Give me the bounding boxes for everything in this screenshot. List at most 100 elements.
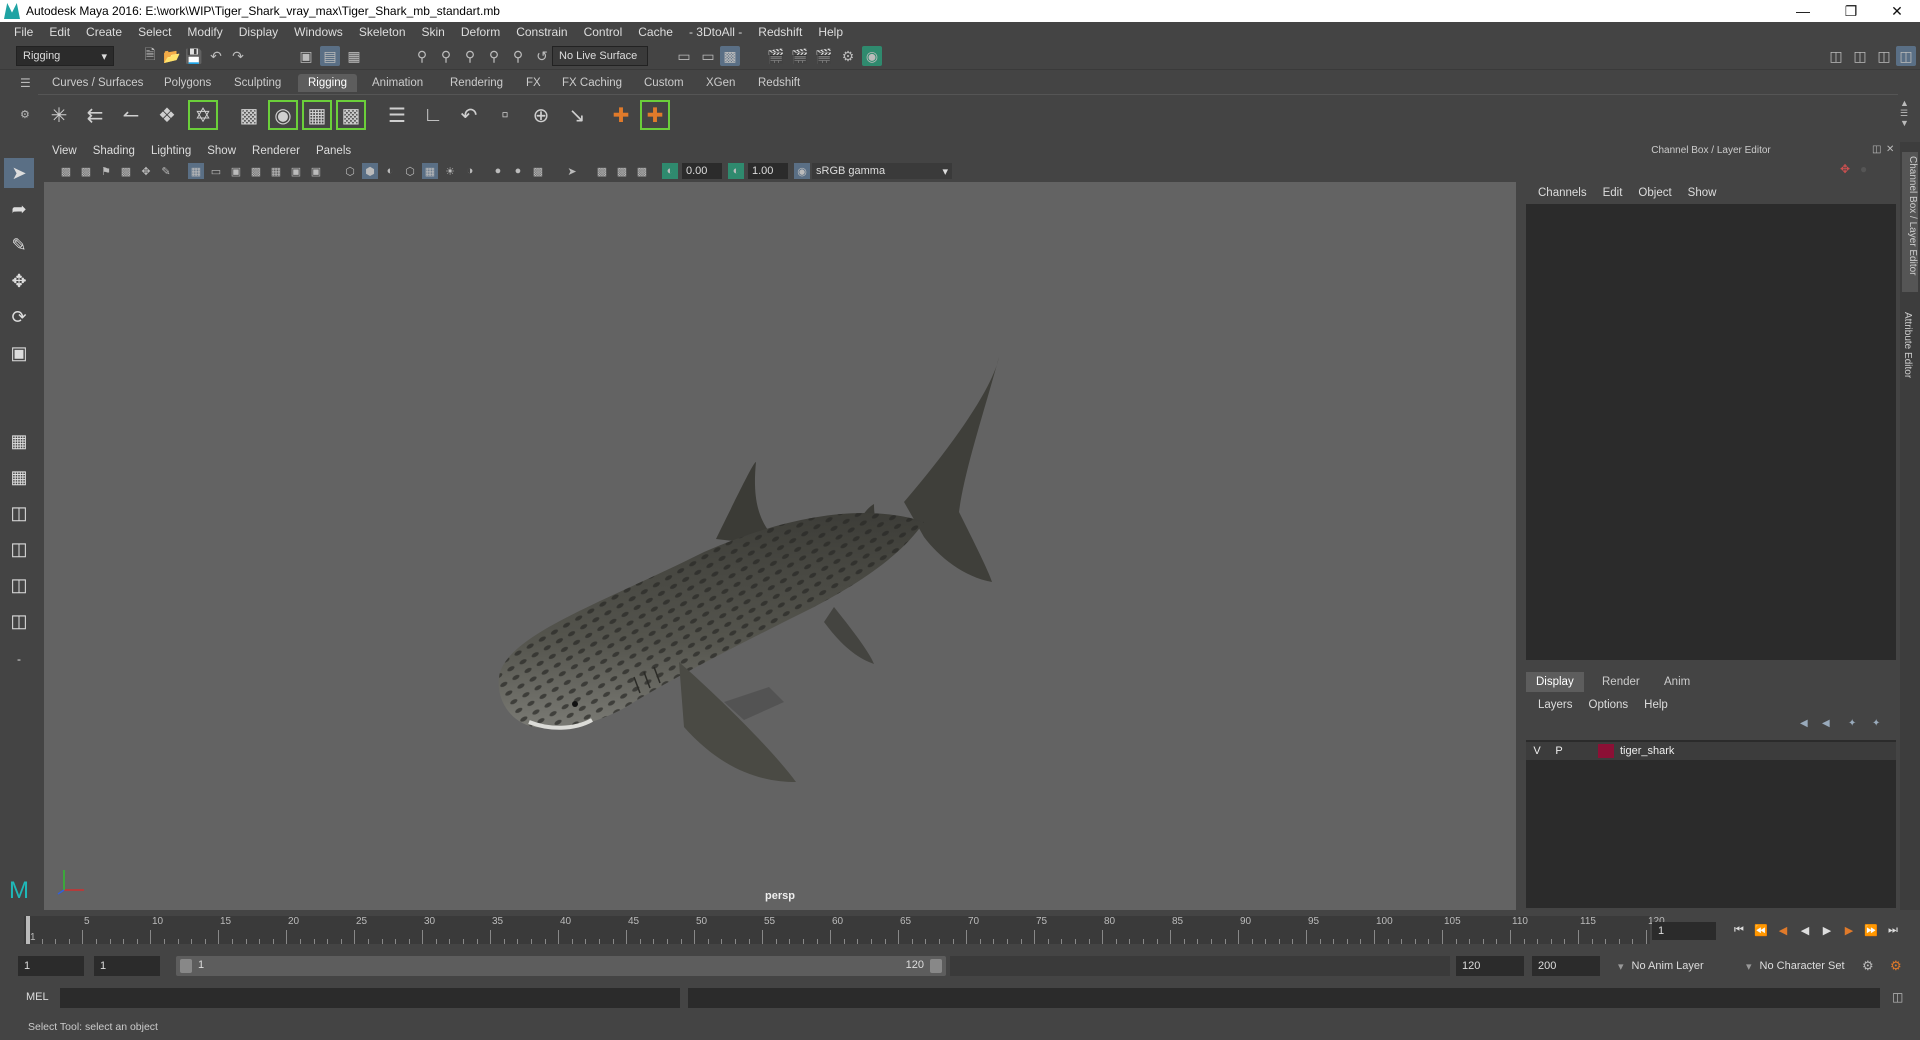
anim-layer-dropdown[interactable]: ▾ No Anim Layer xyxy=(1612,956,1736,976)
xray-joints-icon[interactable]: ▩ xyxy=(614,163,630,179)
play-backwards-icon[interactable]: ◀ xyxy=(1796,922,1814,938)
shelf-tab-rendering[interactable]: Rendering xyxy=(440,74,513,92)
shelf-tab-fx[interactable]: FX xyxy=(516,74,551,92)
hypershade-layout-icon[interactable]: ◫ xyxy=(4,606,34,636)
viewport-menu-lighting[interactable]: Lighting xyxy=(143,145,199,157)
current-time-marker[interactable] xyxy=(26,916,30,944)
auto-key-icon[interactable]: ⚙ xyxy=(1862,958,1878,974)
snap-surface-icon[interactable]: ⚲ xyxy=(508,46,528,66)
play-forwards-icon[interactable]: ▶ xyxy=(1818,922,1836,938)
current-frame-field[interactable]: 1 xyxy=(1652,922,1716,940)
shelf-tab-custom[interactable]: Custom xyxy=(634,74,694,92)
input-ops-icon[interactable]: ▭ xyxy=(674,46,694,66)
mirror-joint-icon[interactable]: ✚ xyxy=(640,100,670,130)
shelf-tab-polygons[interactable]: Polygons xyxy=(154,74,221,92)
shelf-tab-animation[interactable]: Animation xyxy=(362,74,433,92)
orient-constraint-icon[interactable]: ↶ xyxy=(454,100,484,130)
render-frame-icon[interactable]: 🎬 xyxy=(790,46,810,66)
playback-end-field[interactable]: 120 xyxy=(1456,956,1524,976)
tool-settings-icon[interactable]: ◫ xyxy=(1874,46,1894,66)
viewport-menu-view[interactable]: View xyxy=(44,145,85,157)
step-back-frame-icon[interactable]: ◀ xyxy=(1774,922,1792,938)
menu-edit[interactable]: Edit xyxy=(41,25,78,39)
channels-menu[interactable]: Channels xyxy=(1530,187,1595,199)
lattice-icon[interactable]: ▦ xyxy=(302,100,332,130)
joint-tool-icon[interactable]: ✳ xyxy=(44,100,74,130)
manipulator-icon[interactable]: ✥ xyxy=(1840,162,1856,178)
menu-create[interactable]: Create xyxy=(78,25,130,39)
gamma-icon[interactable]: ◐ xyxy=(728,163,744,179)
cluster-icon[interactable]: ▩ xyxy=(234,100,264,130)
film-gate-icon[interactable]: ▭ xyxy=(208,163,224,179)
textured-icon[interactable]: ▦ xyxy=(422,163,438,179)
select-tool-icon[interactable]: ➤ xyxy=(4,158,34,188)
exposure-icon[interactable]: ◐ xyxy=(662,163,678,179)
select-hierarchy-icon[interactable]: ▣ xyxy=(296,46,316,66)
shelf-tab-xgen[interactable]: XGen xyxy=(696,74,745,92)
use-all-lights-icon[interactable]: ☀ xyxy=(442,163,458,179)
tab-display[interactable]: Display xyxy=(1526,672,1584,692)
shelf-settings-icon[interactable]: ⚙ xyxy=(20,108,32,122)
channel-box-toggle-icon[interactable]: ◫ xyxy=(1896,46,1916,66)
shelf-tab-curves-surfaces[interactable]: Curves / Surfaces xyxy=(42,74,153,92)
render-view-icon[interactable]: 🎬 xyxy=(766,46,786,66)
four-pane-layout-icon[interactable]: ▦ xyxy=(4,462,34,492)
bind-skin-icon[interactable]: ◉ xyxy=(268,100,298,130)
perspective-viewport[interactable]: persp xyxy=(44,182,1516,910)
image-plane-icon[interactable]: ▩ xyxy=(118,163,134,179)
playback-start-field[interactable]: 1 xyxy=(94,956,160,976)
range-slider-bar[interactable]: 1 120 xyxy=(176,956,946,976)
side-tab-channel-box[interactable]: Channel Box / Layer Editor xyxy=(1902,152,1918,292)
lasso-tool-icon[interactable]: ➦ xyxy=(4,194,34,224)
paint-select-icon[interactable]: ✎ xyxy=(4,230,34,260)
menu-set-dropdown[interactable]: Rigging ▾ xyxy=(16,46,114,66)
select-component-icon[interactable]: ▦ xyxy=(344,46,364,66)
tiger-shark-model[interactable] xyxy=(498,357,999,782)
menu-help[interactable]: Help xyxy=(810,25,851,39)
shelf-tab-redshift[interactable]: Redshift xyxy=(748,74,810,92)
select-object-icon[interactable]: ▤ xyxy=(320,46,340,66)
move-layer-down-icon[interactable]: ◀ xyxy=(1822,718,1838,734)
channel-box-body[interactable] xyxy=(1526,204,1896,660)
two-pane-layout-icon[interactable]: ◫ xyxy=(4,498,34,528)
resolution-gate-icon[interactable]: ▣ xyxy=(228,163,244,179)
animation-start-field[interactable]: 1 xyxy=(18,956,84,976)
menu-3dtoall[interactable]: - 3DtoAll - xyxy=(681,25,750,39)
close-panel-icon[interactable]: ✕ xyxy=(1886,144,1898,156)
channel-show-menu[interactable]: Show xyxy=(1680,187,1725,199)
shelf-tab-rigging[interactable]: Rigging xyxy=(298,74,357,92)
menu-select[interactable]: Select xyxy=(130,25,179,39)
render-settings-icon[interactable]: ⚙ xyxy=(838,46,858,66)
menu-cache[interactable]: Cache xyxy=(630,25,681,39)
graph-layout-icon[interactable]: ◫ xyxy=(4,570,34,600)
ik-handle-icon[interactable]: ⇇ xyxy=(80,100,110,130)
rotate-tool-icon[interactable]: ⟳ xyxy=(4,302,34,332)
speed-icon[interactable]: ● xyxy=(1860,162,1876,178)
safe-action-icon[interactable]: ▣ xyxy=(288,163,304,179)
go-to-end-icon[interactable]: ⏭ xyxy=(1884,922,1902,938)
step-back-key-icon[interactable]: ⏪ xyxy=(1752,922,1770,938)
snap-curve-icon[interactable]: ⚲ xyxy=(436,46,456,66)
layer-visibility-toggle[interactable]: V xyxy=(1526,745,1548,757)
channel-edit-menu[interactable]: Edit xyxy=(1595,187,1631,199)
grease-pencil-icon[interactable]: ✎ xyxy=(158,163,174,179)
viewport-menu-show[interactable]: Show xyxy=(199,145,244,157)
layers-menu[interactable]: Layers xyxy=(1530,699,1581,711)
menu-deform[interactable]: Deform xyxy=(453,25,508,39)
command-input[interactable] xyxy=(60,988,680,1008)
menu-file[interactable]: File xyxy=(6,25,41,39)
new-layer-icon[interactable]: ✦ xyxy=(1848,718,1864,734)
script-language-label[interactable]: MEL xyxy=(26,991,49,1003)
more-layouts-icon[interactable]: - xyxy=(4,644,34,674)
smooth-shade-icon[interactable]: ⬢ xyxy=(362,163,378,179)
layer-help-menu[interactable]: Help xyxy=(1636,699,1676,711)
ik-spline-icon[interactable]: ↼ xyxy=(116,100,146,130)
tab-anim[interactable]: Anim xyxy=(1654,672,1700,692)
single-pane-layout-icon[interactable]: ▦ xyxy=(4,426,34,456)
menu-display[interactable]: Display xyxy=(231,25,286,39)
workspace-icon[interactable]: ◫ xyxy=(1826,46,1846,66)
hypershade-icon[interactable]: ◉ xyxy=(862,46,882,66)
step-forward-frame-icon[interactable]: ▶ xyxy=(1840,922,1858,938)
anti-aliasing-icon[interactable]: ▩ xyxy=(530,163,546,179)
range-start-handle[interactable] xyxy=(180,959,192,973)
